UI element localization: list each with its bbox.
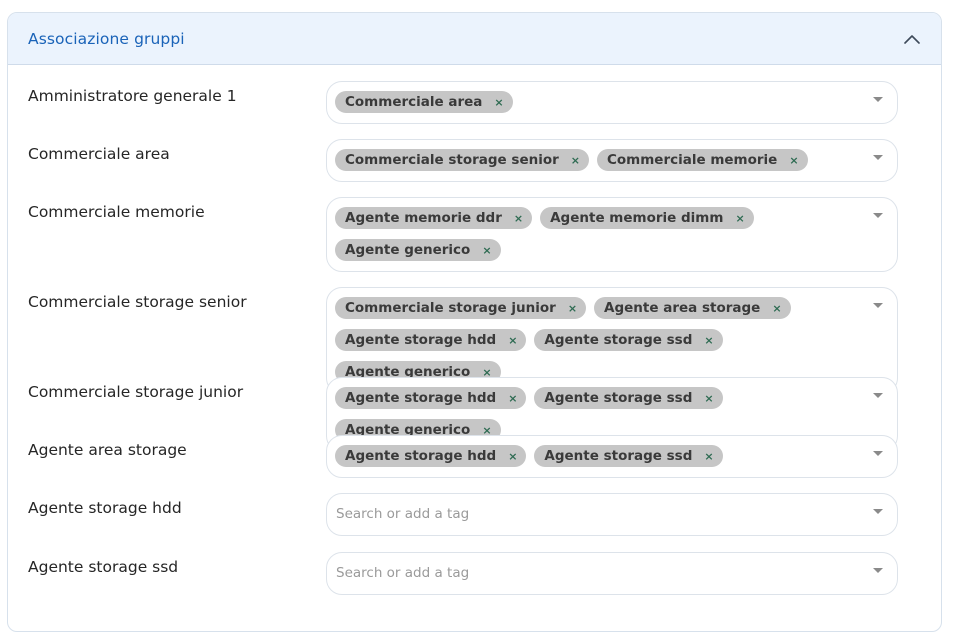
group-row-label: Commerciale storage junior xyxy=(28,383,244,401)
group-row-label: Commerciale storage senior xyxy=(28,293,247,311)
tag-chip: Agente storage hdd × xyxy=(335,329,527,351)
tag-chip-label: Agente storage ssd xyxy=(544,332,693,348)
tag-chip: Commerciale storage junior × xyxy=(335,297,587,319)
group-row-label: Commerciale memorie xyxy=(28,203,205,221)
tag-chip: Agente storage ssd × xyxy=(534,387,723,409)
remove-tag-icon[interactable]: × xyxy=(482,425,491,436)
tag-chip-label: Agente memorie ddr xyxy=(345,210,502,226)
tag-chip: Agente storage hdd × xyxy=(335,445,527,467)
panel-title: Associazione gruppi xyxy=(28,29,185,48)
remove-tag-icon[interactable]: × xyxy=(789,155,798,166)
group-association-panel: Associazione gruppi Amministratore gener… xyxy=(7,12,942,632)
caret-down-icon[interactable] xyxy=(873,451,883,456)
tag-select[interactable]: Commerciale storage senior × Commerciale m… xyxy=(326,139,898,182)
tag-chip-label: Commerciale storage senior xyxy=(345,152,559,168)
remove-tag-icon[interactable]: × xyxy=(568,303,577,314)
remove-tag-icon[interactable]: × xyxy=(571,155,580,166)
tag-chip: Agente memorie ddr × xyxy=(335,207,533,229)
remove-tag-icon[interactable]: × xyxy=(772,303,781,314)
caret-down-icon[interactable] xyxy=(873,509,883,514)
group-row-label: Commerciale area xyxy=(28,145,170,163)
tag-chip-label: Agente storage hdd xyxy=(345,332,497,348)
tag-chip-label: Agente area storage xyxy=(604,300,761,316)
tag-search-input[interactable]: Search or add a tag xyxy=(336,562,469,584)
tag-chip-label: Agente generico xyxy=(345,242,471,258)
remove-tag-icon[interactable]: × xyxy=(508,335,517,346)
tag-chip: Commerciale storage senior × xyxy=(335,149,589,171)
tag-search-input[interactable]: Search or add a tag xyxy=(336,503,469,525)
tag-chip: Agente generico × xyxy=(335,239,501,261)
tag-chip-label: Agente storage ssd xyxy=(544,448,693,464)
group-row-label: Agente storage ssd xyxy=(28,558,179,576)
tag-chip: Agente memorie dimm × xyxy=(540,207,754,229)
remove-tag-icon[interactable]: × xyxy=(704,393,713,404)
remove-tag-icon[interactable]: × xyxy=(482,245,491,256)
remove-tag-icon[interactable]: × xyxy=(704,335,713,346)
tag-select[interactable]: Search or add a tag xyxy=(326,493,898,536)
group-row-label: Agente area storage xyxy=(28,441,187,459)
tag-select[interactable]: Agente storage hdd × Agente storage ssd × xyxy=(326,435,898,478)
tag-chip-label: Commerciale area xyxy=(345,94,483,110)
tag-chip-label: Agente storage hdd xyxy=(345,448,497,464)
tag-chip-label: Agente storage ssd xyxy=(544,390,693,406)
remove-tag-icon[interactable]: × xyxy=(508,393,517,404)
tag-chip-label: Commerciale storage junior xyxy=(345,300,556,316)
tag-chip-label: Agente memorie dimm xyxy=(550,210,724,226)
remove-tag-icon[interactable]: × xyxy=(704,451,713,462)
caret-down-icon[interactable] xyxy=(873,303,883,308)
caret-down-icon[interactable] xyxy=(873,568,883,573)
remove-tag-icon[interactable]: × xyxy=(482,367,491,378)
tag-chip: Commerciale area × xyxy=(335,91,513,113)
group-row-label: Amministratore generale 1 xyxy=(28,87,237,105)
tag-select[interactable]: Agente memorie ddr × Agente memorie dimm × A… xyxy=(326,197,898,272)
tag-chip-label: Agente storage hdd xyxy=(345,390,497,406)
remove-tag-icon[interactable]: × xyxy=(735,213,744,224)
caret-down-icon[interactable] xyxy=(873,393,883,398)
tag-chip: Agente area storage × xyxy=(594,297,791,319)
tag-chip: Agente storage ssd × xyxy=(534,329,723,351)
caret-down-icon[interactable] xyxy=(873,97,883,102)
tag-chip: Agente storage hdd × xyxy=(335,387,527,409)
tag-select[interactable]: Search or add a tag xyxy=(326,552,898,595)
chevron-up-icon[interactable] xyxy=(903,30,921,48)
caret-down-icon[interactable] xyxy=(873,213,883,218)
tag-select[interactable]: Commerciale area × xyxy=(326,81,898,124)
caret-down-icon[interactable] xyxy=(873,155,883,160)
tag-chip: Agente storage ssd × xyxy=(534,445,723,467)
remove-tag-icon[interactable]: × xyxy=(494,97,503,108)
tag-chip: Commerciale memorie × xyxy=(596,149,808,171)
tag-chip-label: Commerciale memorie xyxy=(606,152,778,168)
group-row-label: Agente storage hdd xyxy=(28,499,182,517)
remove-tag-icon[interactable]: × xyxy=(514,213,523,224)
remove-tag-icon[interactable]: × xyxy=(508,451,517,462)
panel-header[interactable]: Associazione gruppi xyxy=(8,13,941,65)
